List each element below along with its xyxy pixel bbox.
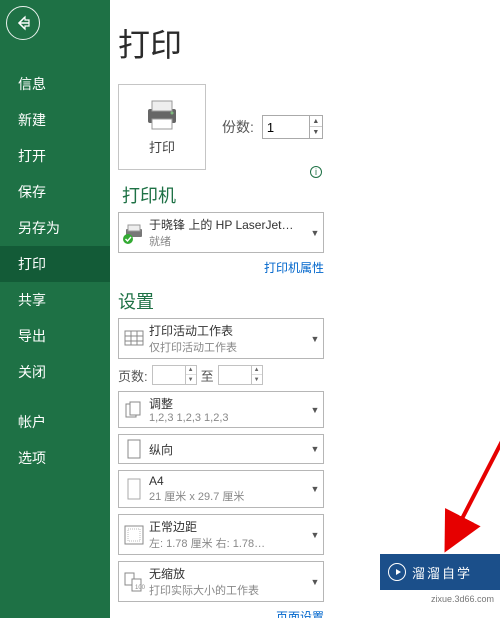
watermark-brand: 溜溜自学 [412, 563, 472, 582]
printer-section-title: 打印机 [122, 182, 324, 208]
back-arrow-icon [15, 15, 31, 31]
watermark-url: zixue.3d66.com [431, 594, 494, 604]
watermark-badge: 溜溜自学 zixue.3d66.com [380, 554, 500, 590]
play-icon [388, 563, 406, 581]
printer-name: 于晓锋 上的 HP LaserJet… [149, 216, 307, 233]
scaling-title: 无缩放 [149, 565, 307, 582]
paper-icon [119, 472, 149, 506]
margins-sub: 左: 1.78 厘米 右: 1.78… [149, 535, 307, 551]
chevron-down-icon: ▼ [307, 444, 323, 454]
portrait-icon [119, 435, 149, 463]
print-scope-sub: 仅打印活动工作表 [149, 339, 307, 355]
sidebar-item-export[interactable]: 导出 [0, 318, 110, 354]
sidebar-item-share[interactable]: 共享 [0, 282, 110, 318]
sidebar-item-info[interactable]: 信息 [0, 66, 110, 102]
copies-down[interactable]: ▼ [310, 127, 322, 138]
sidebar-item-save[interactable]: 保存 [0, 174, 110, 210]
copies-row: 份数: ▲ ▼ [222, 115, 323, 139]
print-button[interactable]: 打印 [118, 84, 206, 170]
paper-sub: 21 厘米 x 29.7 厘米 [149, 488, 307, 504]
printer-properties-link[interactable]: 打印机属性 [118, 259, 324, 276]
back-button[interactable] [6, 6, 40, 40]
sidebar-item-account[interactable]: 帐户 [0, 404, 110, 440]
pages-to-label: 至 [201, 366, 214, 385]
sidebar-item-options[interactable]: 选项 [0, 440, 110, 476]
sidebar-item-saveas[interactable]: 另存为 [0, 210, 110, 246]
page-from-input[interactable] [153, 366, 185, 384]
margins-selector[interactable]: 正常边距 左: 1.78 厘米 右: 1.78… ▼ [118, 514, 324, 555]
pages-row: 页数: ▲▼ 至 ▲▼ [118, 365, 500, 385]
page-to-spinner[interactable]: ▲▼ [218, 365, 263, 385]
page-to-input[interactable] [219, 366, 251, 384]
svg-text:100: 100 [135, 585, 145, 591]
page-from-down[interactable]: ▼ [186, 375, 196, 384]
collate-icon [119, 393, 149, 427]
chevron-down-icon: ▼ [307, 405, 323, 415]
annotation-arrow [430, 290, 500, 570]
margins-icon [119, 518, 149, 552]
sidebar-item-open[interactable]: 打开 [0, 138, 110, 174]
collate-title: 调整 [149, 395, 307, 412]
page-title: 打印 [114, 0, 500, 84]
chevron-down-icon: ▼ [307, 577, 323, 587]
pages-label: 页数: [118, 366, 148, 385]
chevron-down-icon: ▼ [307, 334, 323, 344]
margins-title: 正常边距 [149, 518, 307, 535]
page-setup-link[interactable]: 页面设置 [118, 608, 324, 618]
chevron-down-icon: ▼ [307, 530, 323, 540]
copies-input[interactable] [263, 118, 309, 137]
settings-section-title: 设置 [118, 288, 500, 314]
chevron-down-icon: ▼ [307, 228, 323, 238]
collate-selector[interactable]: 调整 1,2,3 1,2,3 1,2,3 ▼ [118, 391, 324, 428]
sidebar-item-print[interactable]: 打印 [0, 246, 110, 282]
collate-sub: 1,2,3 1,2,3 1,2,3 [149, 412, 307, 424]
print-button-label: 打印 [149, 137, 175, 156]
sidebar-item-close[interactable]: 关闭 [0, 354, 110, 390]
printer-icon [142, 99, 182, 131]
paper-title: A4 [149, 474, 307, 488]
page-to-down[interactable]: ▼ [252, 375, 262, 384]
scaling-sub: 打印实际大小的工作表 [149, 582, 307, 598]
orientation-selector[interactable]: 纵向 ▼ [118, 434, 324, 464]
chevron-down-icon: ▼ [307, 484, 323, 494]
copies-spinner[interactable]: ▲ ▼ [262, 115, 323, 139]
printer-selector[interactable]: 于晓锋 上的 HP LaserJet… 就绪 ▼ [118, 212, 324, 253]
orientation-title: 纵向 [149, 441, 307, 458]
sheet-icon [119, 322, 149, 356]
page-from-up[interactable]: ▲ [186, 366, 196, 375]
print-backstage: 打印 打印 份数: ▲ ▼ [110, 0, 500, 618]
scaling-selector[interactable]: 100 无缩放 打印实际大小的工作表 ▼ [118, 561, 324, 602]
print-topbar: 打印 份数: ▲ ▼ [114, 84, 500, 170]
page-to-up[interactable]: ▲ [252, 366, 262, 375]
print-scope-title: 打印活动工作表 [149, 322, 307, 339]
printer-status: 就绪 [149, 233, 307, 249]
scaling-icon: 100 [119, 565, 149, 599]
sidebar-item-new[interactable]: 新建 [0, 102, 110, 138]
printer-status-icon [119, 216, 149, 250]
copies-label: 份数: [222, 117, 254, 137]
page-from-spinner[interactable]: ▲▼ [152, 365, 197, 385]
print-scope-selector[interactable]: 打印活动工作表 仅打印活动工作表 ▼ [118, 318, 324, 359]
printer-info-icon[interactable]: i [310, 166, 322, 178]
file-sidebar: 信息 新建 打开 保存 另存为 打印 共享 导出 关闭 帐户 选项 [0, 0, 110, 618]
copies-up[interactable]: ▲ [310, 116, 322, 127]
paper-selector[interactable]: A4 21 厘米 x 29.7 厘米 ▼ [118, 470, 324, 508]
